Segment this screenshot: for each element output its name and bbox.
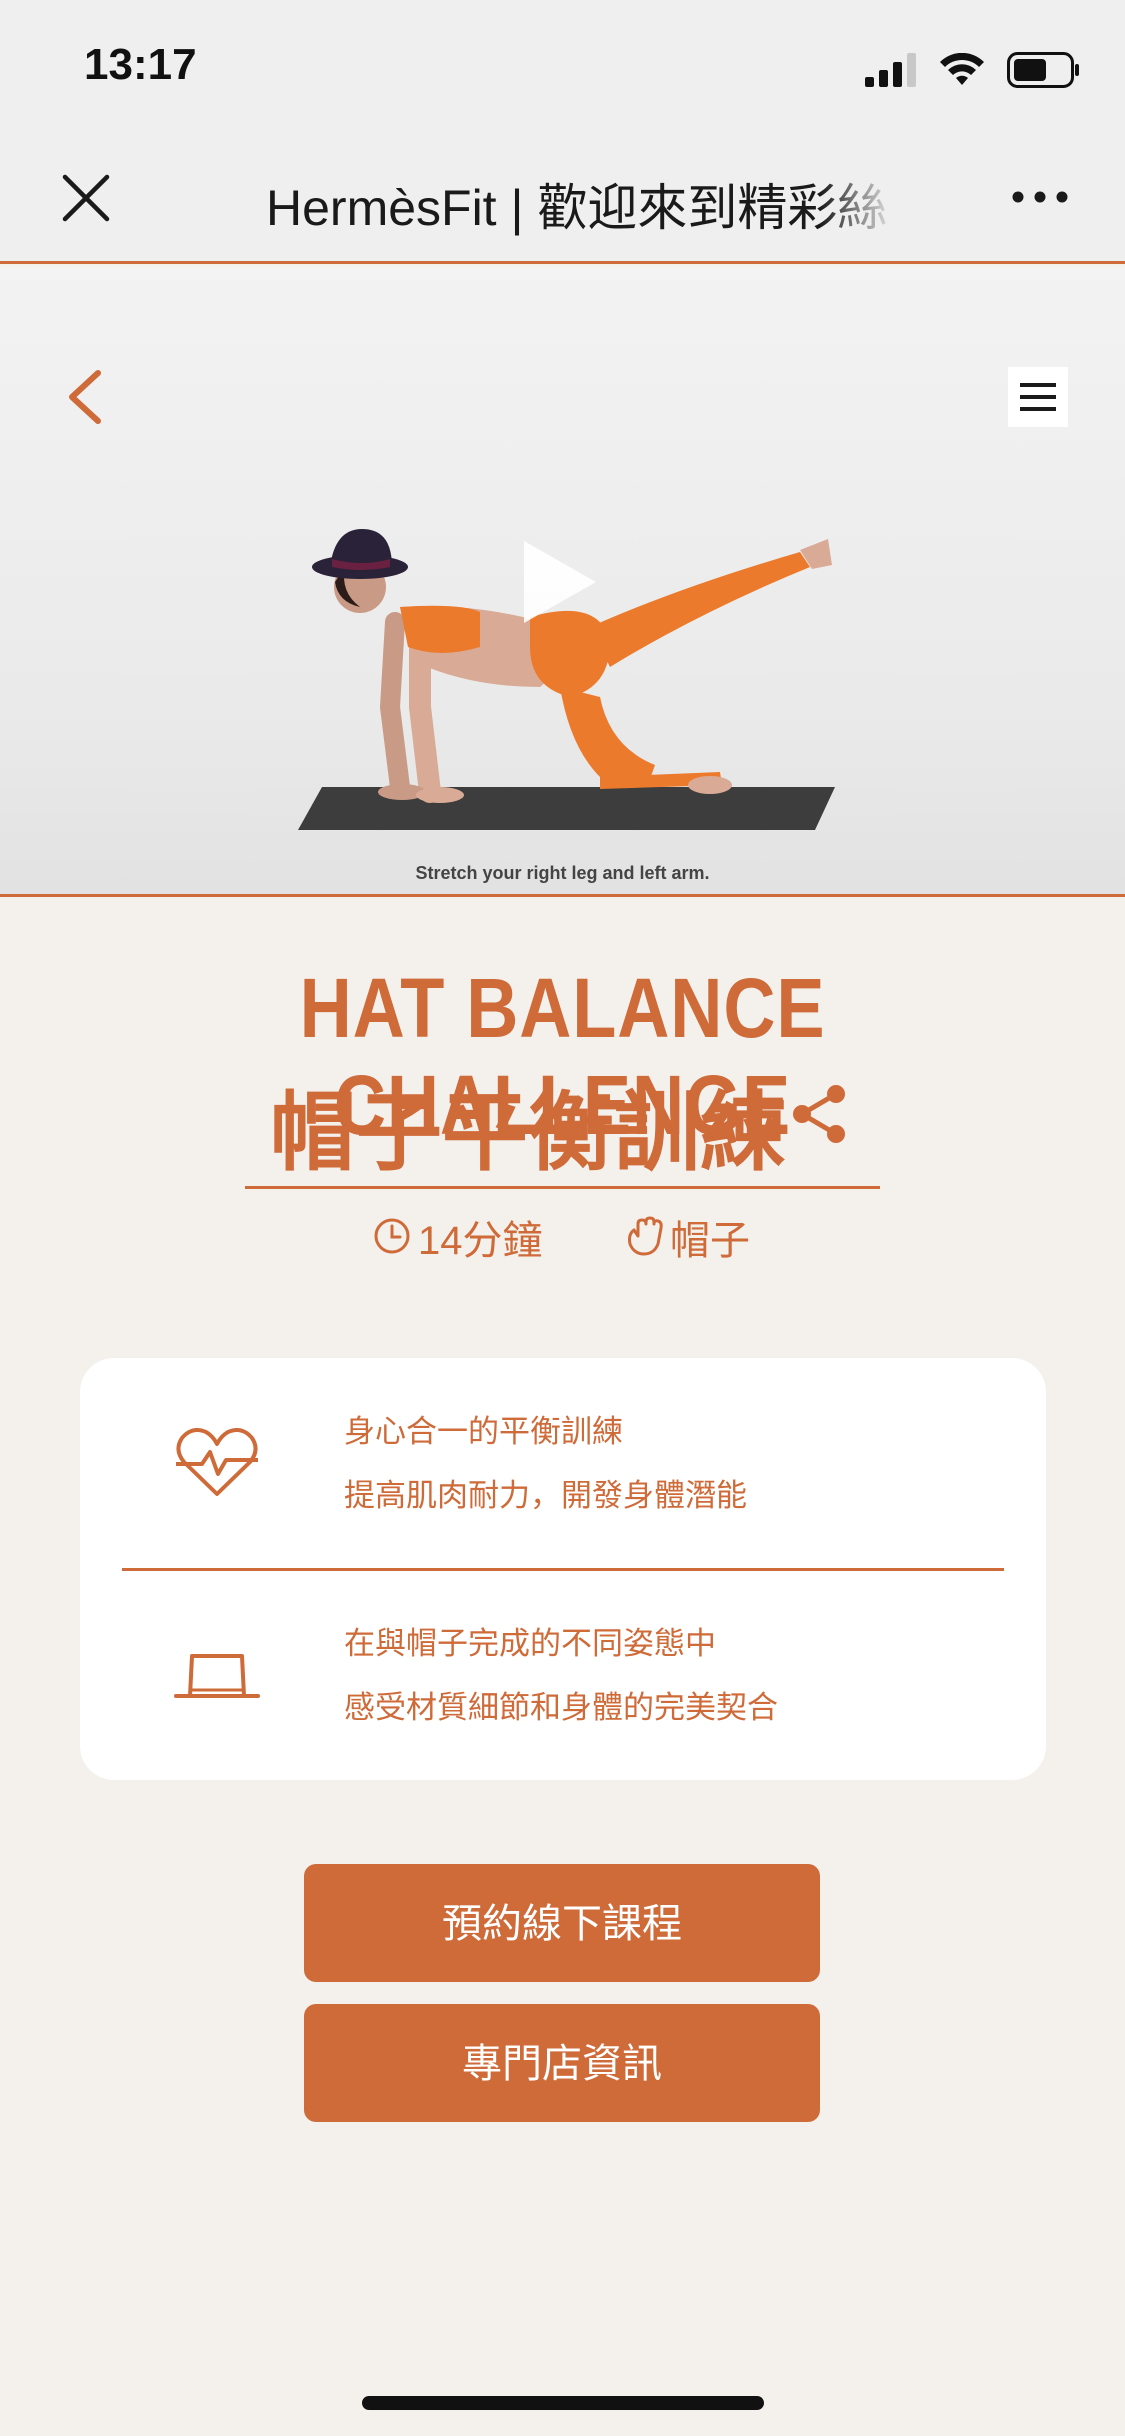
signal-icon — [865, 53, 916, 87]
share-icon[interactable] — [788, 1082, 852, 1146]
status-time: 13:17 — [84, 40, 197, 89]
info-divider — [122, 1568, 1004, 1571]
title-divider — [245, 1186, 880, 1189]
wifi-icon — [940, 53, 984, 85]
nav-bar: HermèsFit | 歡迎來到精彩絲 — [0, 132, 1125, 264]
book-class-button[interactable]: 預約線下課程 — [304, 1864, 820, 1982]
workout-meta: 14分鐘 帽子 — [0, 1204, 1125, 1264]
more-icon[interactable] — [1010, 182, 1070, 212]
workout-duration: 14分鐘 — [418, 1219, 543, 1263]
info-line: 感受材質細節和身體的完美契合 — [344, 1690, 778, 1725]
close-icon[interactable] — [60, 172, 112, 224]
heart-pulse-icon — [176, 1428, 258, 1496]
clock-icon — [374, 1218, 410, 1254]
hat-icon — [174, 1654, 260, 1698]
video-caption: Stretch your right leg and left arm. — [415, 863, 710, 883]
info-line: 提高肌肉耐力，開發身體潛能 — [344, 1478, 747, 1513]
page-title: HermèsFit | 歡迎來到精彩絲 — [266, 180, 888, 236]
back-chevron-icon[interactable] — [62, 367, 112, 427]
menu-icon — [1020, 383, 1056, 411]
video-player[interactable]: Stretch your right leg and left arm. — [0, 267, 1125, 897]
battery-icon — [1007, 52, 1079, 88]
info-line: 在與帽子完成的不同姿態中 — [344, 1626, 716, 1661]
menu-button[interactable] — [1008, 367, 1068, 427]
play-icon[interactable] — [520, 537, 600, 627]
status-icons — [865, 50, 1081, 90]
home-indicator[interactable] — [362, 2396, 764, 2410]
workout-equipment: 帽子 — [670, 1219, 750, 1263]
info-line: 身心合一的平衡訓練 — [344, 1414, 623, 1449]
hand-icon — [628, 1216, 663, 1256]
status-bar: 13:17 — [0, 0, 1125, 132]
store-info-button[interactable]: 專門店資訊 — [304, 2004, 820, 2122]
workout-title-zh: 帽子平衡訓練 — [270, 1083, 786, 1183]
info-card: 身心合一的平衡訓練 提高肌肉耐力，開發身體潛能 在與帽子完成的不同姿態中 感受材… — [80, 1358, 1046, 1780]
